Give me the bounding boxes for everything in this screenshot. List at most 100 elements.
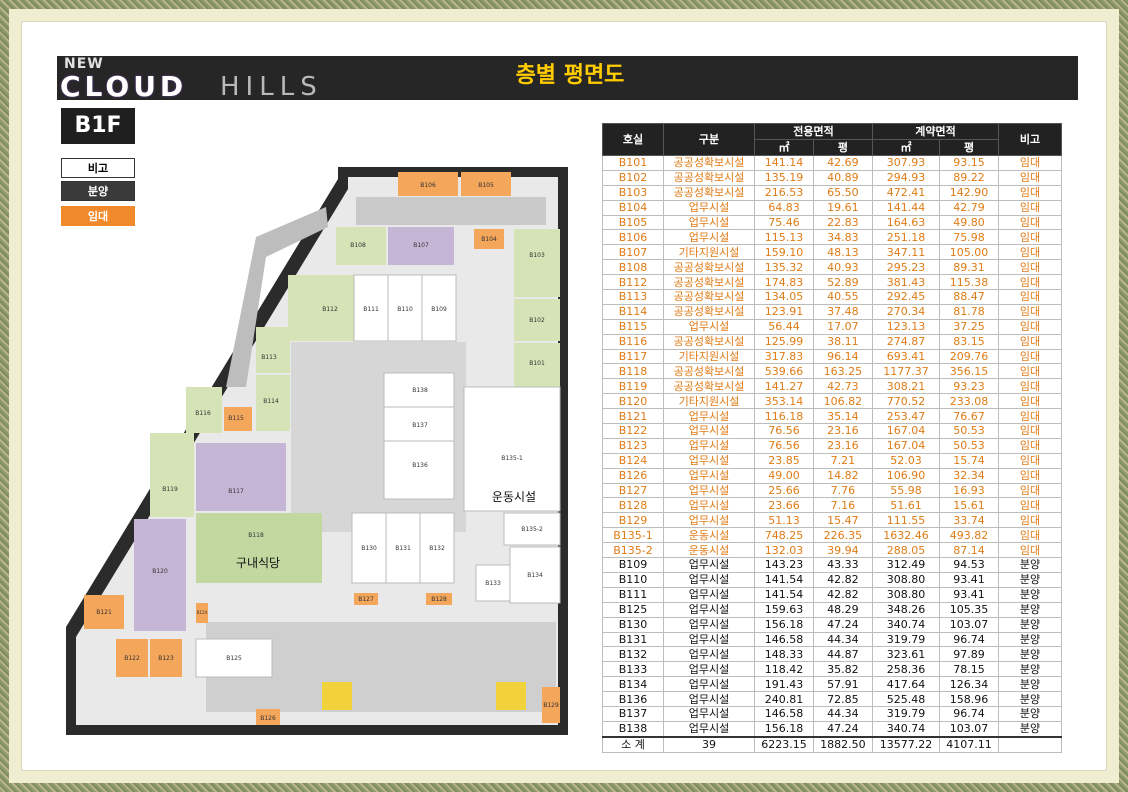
logo-hills-text: HILLS xyxy=(220,72,323,102)
cell-unit: B132 xyxy=(602,646,664,663)
total-ex-sqm: 6223.15 xyxy=(754,735,814,753)
cell-note: 임대 xyxy=(998,318,1062,335)
cell-ex-sqm: 141.54 xyxy=(754,571,814,588)
cell-ct-py: 37.25 xyxy=(939,318,999,335)
room-label: B127 xyxy=(358,596,374,603)
logo-cloud-text: CLOUD xyxy=(60,70,188,103)
cell-ex-sqm: 748.25 xyxy=(754,527,814,544)
cell-ct-sqm: 308.21 xyxy=(871,378,941,395)
cell-ex-py: 35.82 xyxy=(812,661,873,678)
cell-unit: B137 xyxy=(602,705,664,722)
cell-ex-py: 7.76 xyxy=(812,482,873,499)
room-B118 xyxy=(196,513,322,583)
cell-type: 업무시설 xyxy=(663,646,755,663)
cell-type: 업무시설 xyxy=(663,452,755,469)
cell-ct-sqm: 123.13 xyxy=(871,318,941,335)
total-ex-py: 1882.50 xyxy=(812,735,873,753)
cell-ct-py: 493.82 xyxy=(939,527,999,544)
cell-ct-py: 126.34 xyxy=(939,676,999,693)
cell-note: 분양 xyxy=(998,586,1062,603)
cell-ct-py: 97.89 xyxy=(939,646,999,663)
cell-note: 임대 xyxy=(998,274,1062,291)
cell-unit: B128 xyxy=(602,497,664,514)
cell-type: 업무시설 xyxy=(663,423,755,439)
cell-ex-py: 52.89 xyxy=(812,274,873,291)
cell-ct-sqm: 288.05 xyxy=(871,542,941,559)
cell-type: 기타지원시설 xyxy=(663,393,755,410)
cell-ct-sqm: 52.03 xyxy=(871,452,941,469)
cell-ex-sqm: 174.83 xyxy=(754,274,814,291)
cell-note: 분양 xyxy=(998,661,1062,678)
cell-ex-py: 22.83 xyxy=(812,214,873,231)
table-row: B103 공공성확보시설 216.53 65.50 472.41 142.90 임대 xyxy=(602,184,1062,201)
cell-type: 업무시설 xyxy=(663,601,755,618)
cell-ct-py: 42.79 xyxy=(939,199,999,216)
table-row: B115 업무시설 56.44 17.07 123.13 37.25 임대 xyxy=(602,318,1062,335)
cell-ct-sqm: 381.43 xyxy=(871,274,941,291)
cell-ex-sqm: 116.18 xyxy=(754,408,814,425)
cell-ct-sqm: 323.61 xyxy=(871,646,941,663)
cell-type: 업무시설 xyxy=(663,437,755,454)
room-label: B129 xyxy=(543,702,559,709)
cell-ex-sqm: 132.03 xyxy=(754,542,814,559)
cell-type: 업무시설 xyxy=(663,676,755,693)
cell-ct-sqm: 167.04 xyxy=(871,437,941,454)
cell-ct-py: 50.53 xyxy=(939,423,999,439)
cell-unit: B126 xyxy=(602,467,664,484)
cell-ct-sqm: 340.74 xyxy=(871,720,941,738)
cell-ex-sqm: 115.13 xyxy=(754,229,814,246)
table-row: B129 업무시설 51.13 15.47 111.55 33.74 임대 xyxy=(602,512,1062,529)
cell-ct-py: 105.00 xyxy=(939,244,999,261)
cell-unit: B102 xyxy=(602,169,664,186)
cell-unit: B124 xyxy=(602,452,664,469)
table-row: B110 업무시설 141.54 42.82 308.80 93.41 분양 xyxy=(602,571,1062,588)
cell-type: 기타지원시설 xyxy=(663,244,755,261)
cell-type: 업무시설 xyxy=(663,705,755,722)
cell-type: 공공성확보시설 xyxy=(663,155,755,171)
cell-ex-sqm: 146.58 xyxy=(754,705,814,722)
cell-ex-py: 65.50 xyxy=(812,184,873,201)
cell-unit: B109 xyxy=(602,557,664,573)
room-label: B111 xyxy=(363,306,379,313)
table-row: B134 업무시설 191.43 57.91 417.64 126.34 분양 xyxy=(602,676,1062,693)
cell-unit: B123 xyxy=(602,437,664,454)
table-row: B104 업무시설 64.83 19.61 141.44 42.79 임대 xyxy=(602,199,1062,216)
cell-note: 분양 xyxy=(998,557,1062,573)
header-exclusive: 전용면적 xyxy=(754,123,873,140)
table-row: B116 공공성확보시설 125.99 38.11 274.87 83.15 임대 xyxy=(602,333,1062,350)
cell-note: 임대 xyxy=(998,199,1062,216)
floor-plan: B106 B105 B108 B107 B104 B103 B112 B111 … xyxy=(66,167,568,735)
cell-type: 공공성확보시설 xyxy=(663,274,755,291)
cell-note: 임대 xyxy=(998,497,1062,514)
total-ct-sqm: 13577.22 xyxy=(871,735,941,753)
table-row: B113 공공성확보시설 134.05 40.55 292.45 88.47 임대 xyxy=(602,289,1062,305)
cell-type: 공공성확보시설 xyxy=(663,303,755,320)
room-label: B102 xyxy=(529,317,545,324)
cell-ex-py: 14.82 xyxy=(812,467,873,484)
header-sqm: ㎡ xyxy=(754,139,814,156)
room-label: B107 xyxy=(413,242,429,249)
cell-note: 임대 xyxy=(998,169,1062,186)
header-type: 구분 xyxy=(663,123,755,156)
cell-ex-sqm: 141.54 xyxy=(754,586,814,603)
cell-note: 임대 xyxy=(998,423,1062,439)
cell-note: 임대 xyxy=(998,259,1062,276)
cell-ex-py: 44.34 xyxy=(812,631,873,648)
cell-ex-sqm: 51.13 xyxy=(754,512,814,529)
cell-note: 임대 xyxy=(998,333,1062,350)
cell-unit: B111 xyxy=(602,586,664,603)
cell-ex-py: 35.14 xyxy=(812,408,873,425)
room-label: B133 xyxy=(485,580,501,587)
cell-note: 임대 xyxy=(998,289,1062,305)
cell-ct-sqm: 251.18 xyxy=(871,229,941,246)
cell-note: 분양 xyxy=(998,571,1062,588)
cell-unit: B120 xyxy=(602,393,664,410)
cell-ex-py: 163.25 xyxy=(812,363,873,380)
cell-ct-py: 81.78 xyxy=(939,303,999,320)
cell-type: 업무시설 xyxy=(663,467,755,484)
table-row: B131 업무시설 146.58 44.34 319.79 96.74 분양 xyxy=(602,631,1062,648)
cell-note: 분양 xyxy=(998,676,1062,693)
cell-ex-py: 7.21 xyxy=(812,452,873,469)
room-label: B116 xyxy=(195,410,211,417)
cell-ct-sqm: 347.11 xyxy=(871,244,941,261)
